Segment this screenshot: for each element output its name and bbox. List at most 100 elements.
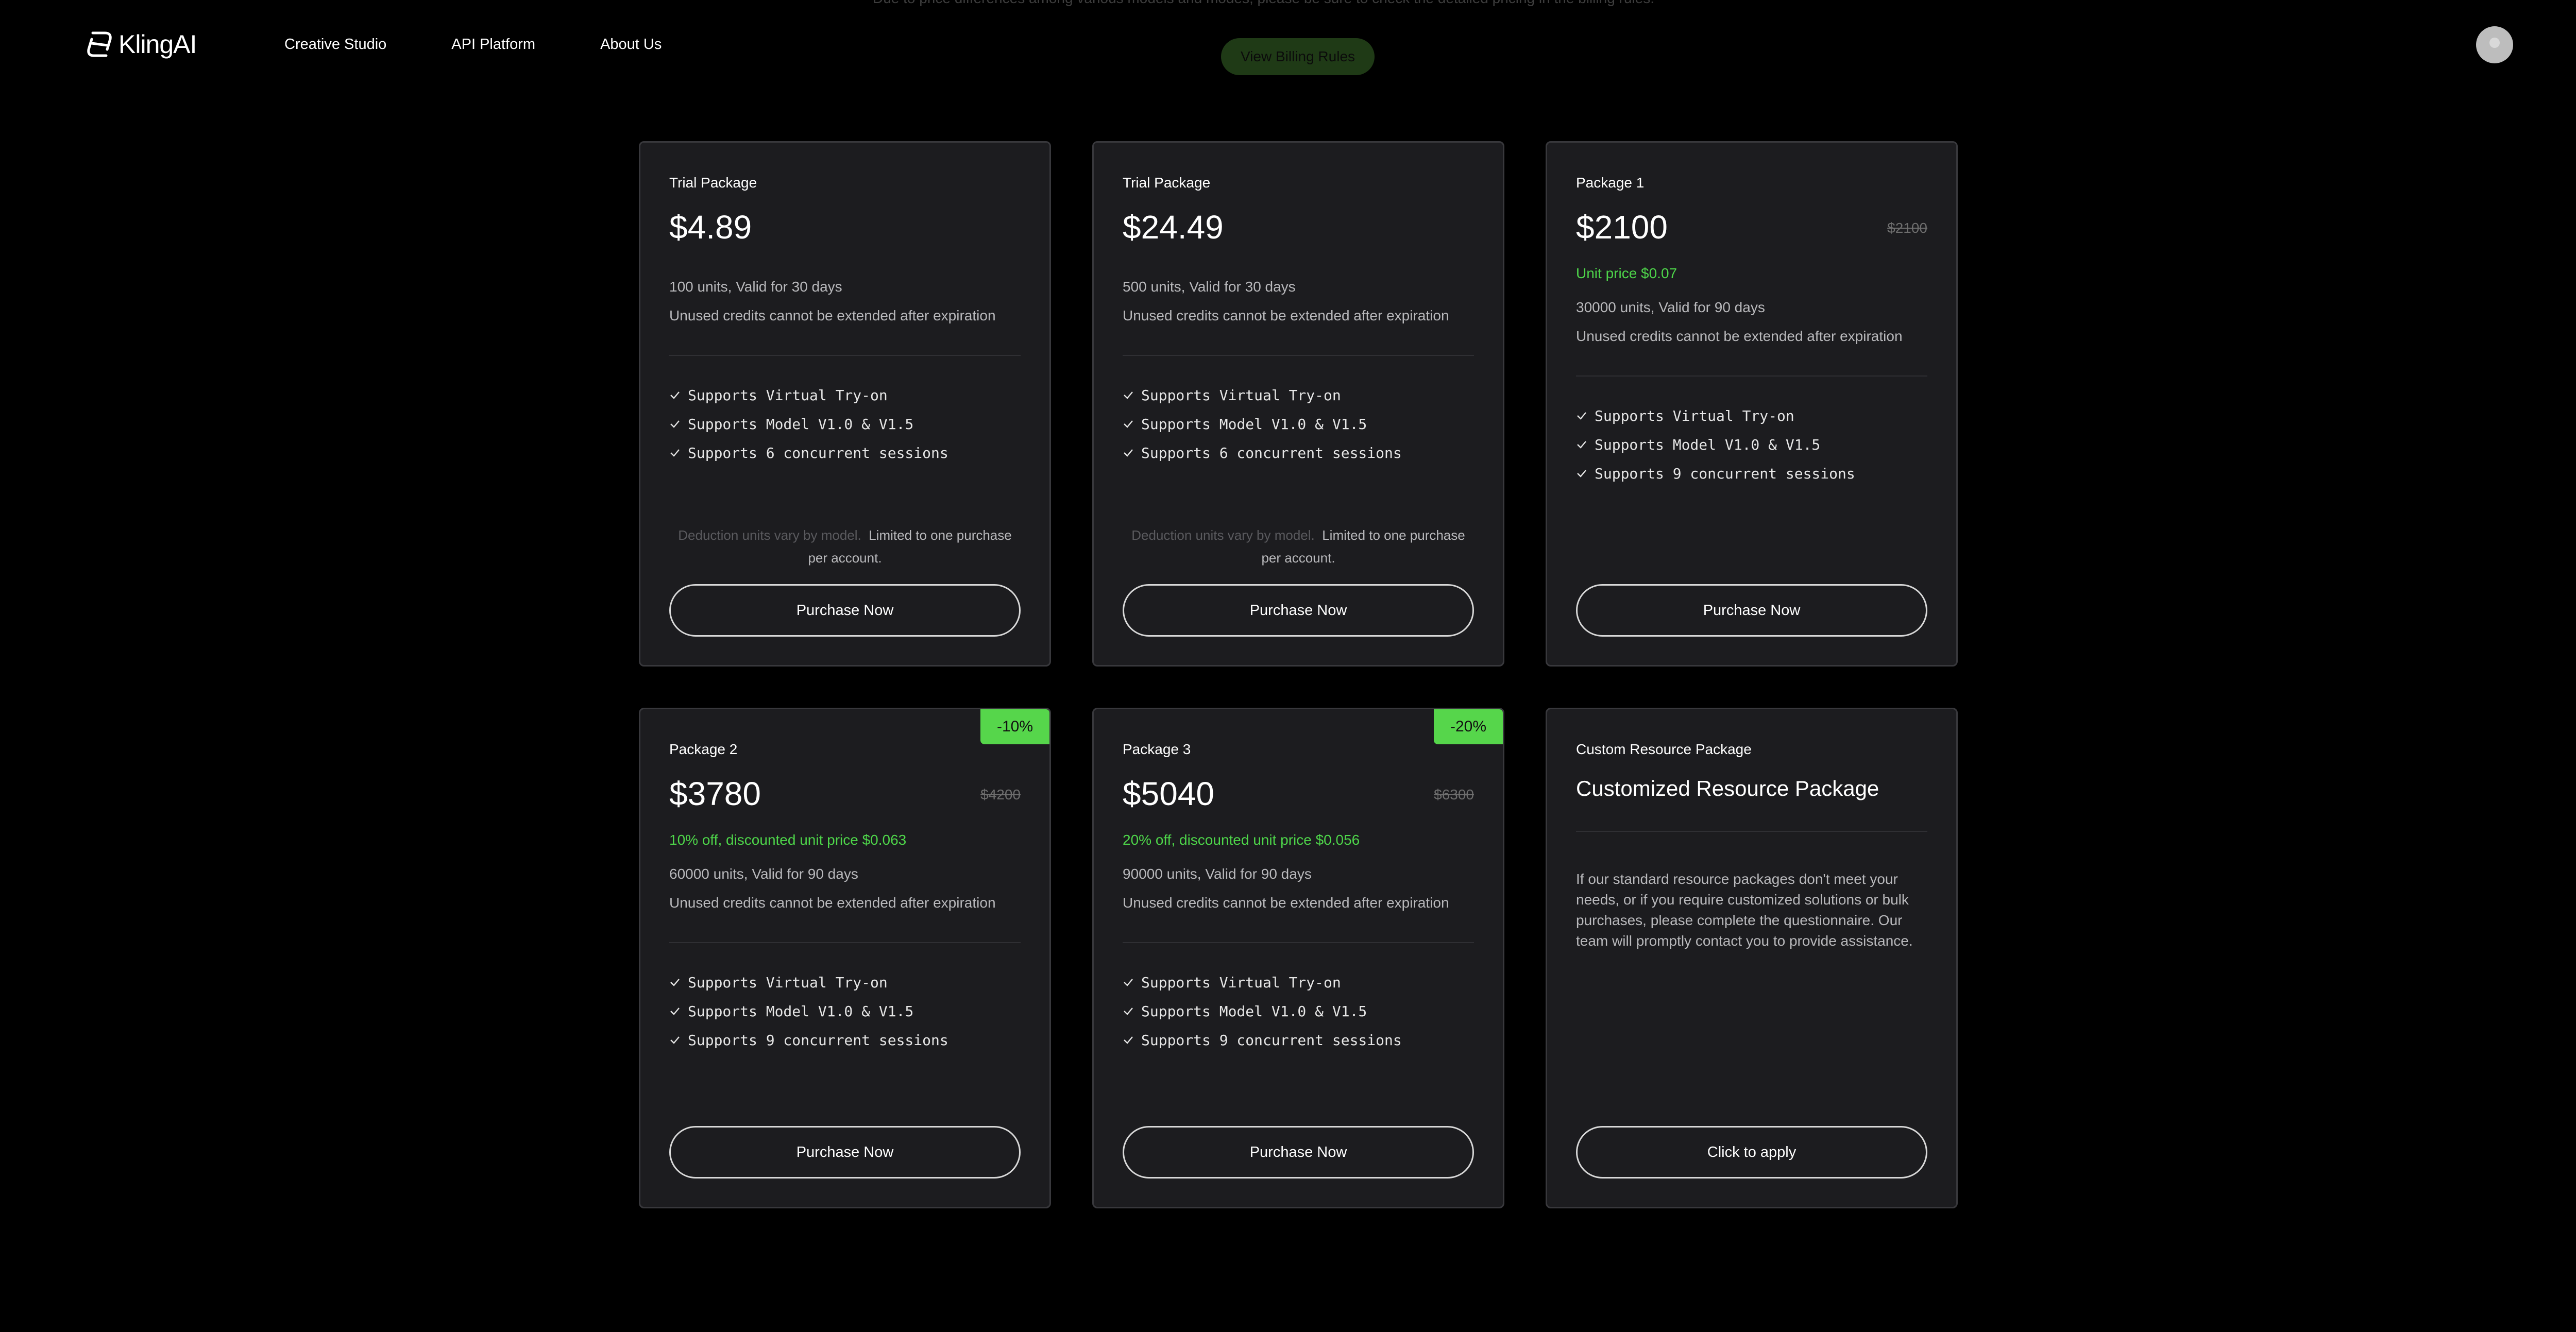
- original-price: $4200: [980, 787, 1021, 802]
- package-name: Package 2: [669, 741, 738, 757]
- package-card-1: Package 1 $2100 $2100 Unit price $0.07 3…: [1546, 141, 1958, 667]
- purchase-now-button[interactable]: Purchase Now: [669, 584, 1021, 637]
- package-card-trial-1: Trial Package $4.89 100 units, Valid for…: [639, 141, 1051, 667]
- nav-creative-studio[interactable]: Creative Studio: [284, 32, 386, 57]
- package-name: Custom Resource Package: [1576, 741, 1752, 757]
- package-expiry: Unused credits cannot be extended after …: [669, 895, 996, 911]
- card-divider: [1576, 831, 1927, 832]
- check-icon: [1577, 412, 1586, 420]
- package-units: 60000 units, Valid for 90 days: [669, 866, 858, 882]
- nav-about-us[interactable]: About Us: [600, 32, 662, 57]
- package-expiry: Unused credits cannot be extended after …: [1123, 308, 1449, 323]
- check-icon: [1124, 1036, 1133, 1044]
- check-icon: [670, 1036, 680, 1044]
- top-bar: Due to price differences among various m…: [0, 0, 2576, 88]
- card-divider: [669, 355, 1021, 356]
- package-price: $4.89: [669, 209, 752, 246]
- discounted-unit-price: 20% off, discounted unit price $0.056: [1123, 832, 1360, 848]
- feature-label: Supports Model V1.0 & V1.5: [1141, 415, 1367, 433]
- check-icon: [670, 449, 680, 457]
- package-price: $2100: [1576, 209, 1668, 246]
- package-units: 500 units, Valid for 30 days: [1123, 279, 1296, 295]
- user-avatar[interactable]: [2476, 26, 2513, 63]
- feature-item: Supports 9 concurrent sessions: [669, 1026, 948, 1054]
- feature-label: Supports 9 concurrent sessions: [1141, 1031, 1402, 1049]
- feature-item: Supports Model V1.0 & V1.5: [1123, 997, 1402, 1026]
- feature-list: Supports Virtual Try-on Supports Model V…: [1123, 968, 1402, 1054]
- package-expiry: Unused credits cannot be extended after …: [1576, 328, 1903, 344]
- purchase-now-button[interactable]: Purchase Now: [1123, 584, 1474, 637]
- feature-list: Supports Virtual Try-on Supports Model V…: [1576, 401, 1855, 488]
- billing-note: Due to price differences among various m…: [873, 0, 1654, 7]
- package-price: $5040: [1123, 775, 1214, 812]
- brand-logo[interactable]: KlingAI: [84, 28, 197, 61]
- brand-name: KlingAI: [118, 30, 197, 59]
- purchase-limit-note: Deduction units vary by model. Limited t…: [1123, 524, 1474, 569]
- feature-label: Supports 6 concurrent sessions: [688, 444, 948, 462]
- feature-list: Supports Virtual Try-on Supports Model V…: [669, 381, 948, 467]
- card-divider: [1123, 942, 1474, 943]
- feature-item: Supports Model V1.0 & V1.5: [1123, 409, 1402, 438]
- custom-package-title: Customized Resource Package: [1576, 776, 1879, 800]
- feature-item: Supports Virtual Try-on: [1123, 968, 1402, 997]
- purchase-limit-note: Deduction units vary by model. Limited t…: [669, 524, 1021, 569]
- feature-label: Supports 9 concurrent sessions: [688, 1031, 948, 1049]
- feature-label: Supports Model V1.0 & V1.5: [1141, 1002, 1367, 1020]
- feature-label: Supports 9 concurrent sessions: [1595, 465, 1855, 482]
- check-icon: [670, 1007, 680, 1015]
- feature-item: Supports Model V1.0 & V1.5: [1576, 430, 1855, 459]
- package-price: $24.49: [1123, 209, 1224, 246]
- package-units: 90000 units, Valid for 90 days: [1123, 866, 1312, 882]
- nav-api-platform[interactable]: API Platform: [451, 32, 535, 57]
- feature-label: Supports 6 concurrent sessions: [1141, 444, 1402, 462]
- package-price: $3780: [669, 775, 761, 812]
- package-card-trial-2: Trial Package $24.49 500 units, Valid fo…: [1092, 141, 1504, 667]
- purchase-now-button[interactable]: Purchase Now: [1576, 584, 1927, 637]
- feature-label: Supports Virtual Try-on: [1141, 386, 1341, 404]
- purchase-now-button[interactable]: Purchase Now: [1123, 1126, 1474, 1179]
- package-expiry: Unused credits cannot be extended after …: [1123, 895, 1449, 911]
- feature-item: Supports Virtual Try-on: [1576, 401, 1855, 430]
- original-price: $2100: [1887, 220, 1927, 236]
- feature-label: Supports Virtual Try-on: [1141, 974, 1341, 991]
- click-to-apply-button[interactable]: Click to apply: [1576, 1126, 1927, 1179]
- check-icon: [1124, 1007, 1133, 1015]
- package-name: Trial Package: [669, 175, 757, 191]
- deduction-note: Deduction units vary by model.: [678, 527, 861, 543]
- feature-item: Supports 9 concurrent sessions: [1576, 459, 1855, 488]
- feature-label: Supports Virtual Try-on: [688, 386, 888, 404]
- package-name: Package 1: [1576, 175, 1645, 191]
- custom-package-card: Custom Resource Package Customized Resou…: [1546, 708, 1958, 1208]
- feature-item: Supports Virtual Try-on: [1123, 381, 1402, 409]
- feature-label: Supports Virtual Try-on: [1595, 407, 1794, 424]
- unit-price: Unit price $0.07: [1576, 265, 1677, 281]
- package-units: 100 units, Valid for 30 days: [669, 279, 842, 295]
- feature-item: Supports Virtual Try-on: [669, 968, 948, 997]
- feature-item: Supports 9 concurrent sessions: [1123, 1026, 1402, 1054]
- feature-label: Supports Virtual Try-on: [688, 974, 888, 991]
- feature-item: Supports 6 concurrent sessions: [669, 438, 948, 467]
- custom-package-description: If our standard resource packages don't …: [1576, 871, 1913, 949]
- view-billing-rules-button[interactable]: View Billing Rules: [1221, 38, 1375, 75]
- feature-label: Supports Model V1.0 & V1.5: [688, 415, 914, 433]
- feature-label: Supports Model V1.0 & V1.5: [1595, 436, 1821, 453]
- package-card-2: -10% Package 2 $3780 $4200 10% off, disc…: [639, 708, 1051, 1208]
- purchase-now-button[interactable]: Purchase Now: [669, 1126, 1021, 1179]
- check-icon: [1124, 449, 1133, 457]
- feature-list: Supports Virtual Try-on Supports Model V…: [669, 968, 948, 1054]
- check-icon: [1124, 420, 1133, 428]
- card-divider: [1123, 355, 1474, 356]
- card-divider: [669, 942, 1021, 943]
- card-divider: [1576, 375, 1927, 377]
- check-icon: [670, 391, 680, 399]
- discounted-unit-price: 10% off, discounted unit price $0.063: [669, 832, 907, 848]
- feature-label: Supports Model V1.0 & V1.5: [688, 1002, 914, 1020]
- check-icon: [1124, 979, 1133, 986]
- package-expiry: Unused credits cannot be extended after …: [669, 308, 996, 323]
- check-icon: [1577, 441, 1586, 449]
- deduction-note: Deduction units vary by model.: [1131, 527, 1315, 543]
- check-icon: [1124, 391, 1133, 399]
- feature-item: Supports Model V1.0 & V1.5: [669, 997, 948, 1026]
- kling-logo-icon: [87, 31, 112, 57]
- check-icon: [1577, 470, 1586, 477]
